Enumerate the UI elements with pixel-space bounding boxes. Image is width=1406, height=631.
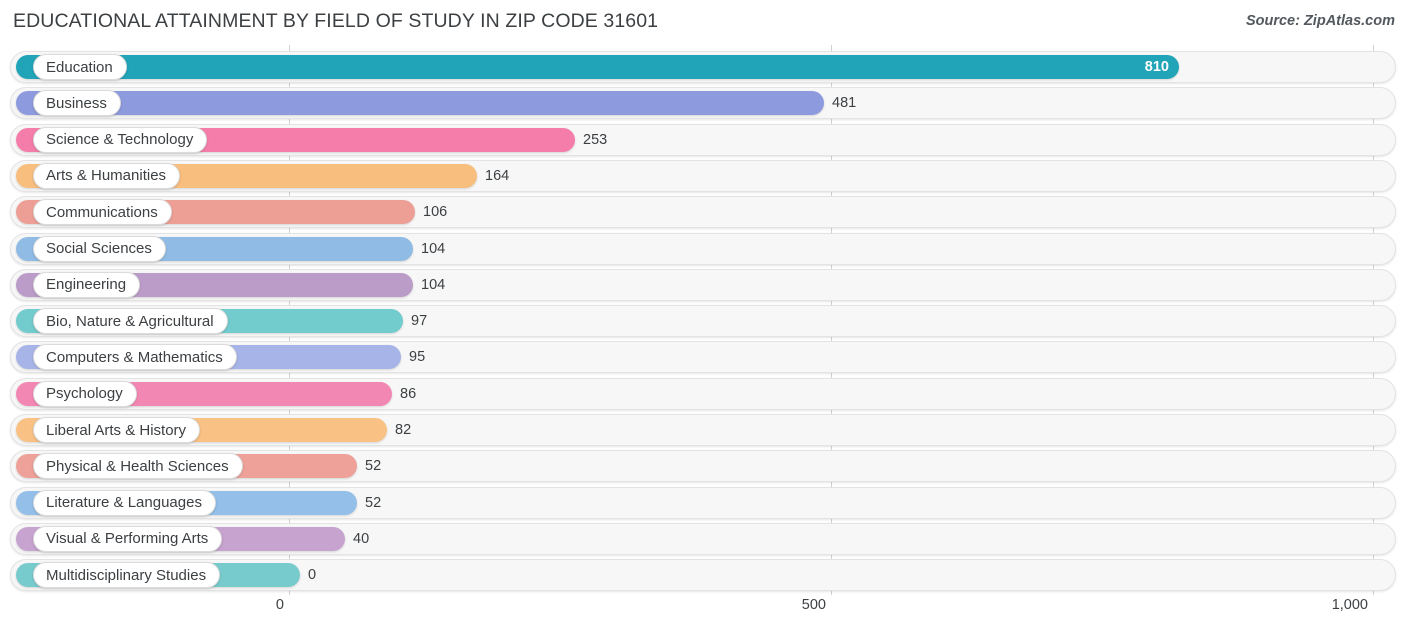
bar-category-label: Bio, Nature & Agricultural [33,308,228,335]
bar-value-label: 104 [421,276,446,293]
bar-category-label: Computers & Mathematics [33,344,237,371]
bar-category-text: Communications [46,203,158,221]
bar-category-text: Education [46,58,113,76]
bar-row[interactable]: Computers & Mathematics 95 [0,341,1406,377]
bar-category-text: Multidisciplinary Studies [46,566,207,584]
bar-category-label: Liberal Arts & History [33,417,201,443]
chart-header: EDUCATIONAL ATTAINMENT BY FIELD OF STUDY… [0,0,1406,45]
bar-value-label: 82 [395,422,412,438]
bar-row[interactable]: Liberal Arts & History 82 [0,414,1406,450]
x-axis: 0 500 1,000 [0,595,1406,631]
bar-category-text: Liberal Arts & History [46,421,187,439]
bar-row[interactable]: Engineering 104 [0,268,1406,305]
x-tick-label: 0 [275,597,284,613]
bar-category-text: Physical & Health Sciences [46,457,229,475]
bar-value-label: 164 [485,167,510,184]
bar-value-label: 253 [583,131,608,148]
bar-category-label: Social Sciences [33,235,166,262]
bar-fill[interactable] [16,55,1179,79]
bar-row[interactable]: Communications 106 [0,196,1406,232]
bar-category-label: Physical & Health Sciences [33,453,243,480]
bar-value-label: 97 [411,313,428,330]
bar-value-label: 810 [1144,59,1169,75]
bar-category-label: Visual & Performing Arts [33,525,223,552]
bar-category-label: Engineering [33,271,141,298]
bar-category-text: Engineering [46,276,127,294]
bar-value-label: 104 [421,240,446,257]
bar-row[interactable]: Multidisciplinary Studies 0 [0,559,1406,595]
bar-category-label: Literature & Languages [33,489,216,516]
bar-category-text: Literature & Languages [46,494,202,512]
x-tick-label: 500 [801,597,826,613]
x-tick-label: 1,000 [1331,597,1368,613]
bar-value-label: 52 [365,494,382,511]
bar-row[interactable]: Visual & Performing Arts 40 [0,522,1406,559]
bar-row[interactable]: Psychology 86 [0,377,1406,414]
bar-value-label: 52 [365,458,382,475]
bar-category-text: Science & Technology [46,131,194,149]
bar-row[interactable]: Education 810 [0,51,1406,87]
bar-category-text: Bio, Nature & Agricultural [46,312,214,330]
bar-category-label: Communications [33,199,172,226]
bar-category-label: Science & Technology [33,126,208,153]
bar-row[interactable]: Bio, Nature & Agricultural 97 [0,305,1406,341]
bar-category-text: Arts & Humanities [46,167,167,185]
bar-fill[interactable] [16,91,824,116]
bar-row[interactable]: Business 481 [0,87,1406,123]
bar-category-text: Computers & Mathematics [46,348,223,366]
bar-value-label: 86 [400,385,417,402]
bar-category-text: Visual & Performing Arts [46,530,209,548]
bar-category-label: Psychology [33,380,137,407]
bar-row[interactable]: Science & Technology 253 [0,123,1406,160]
bar-row[interactable]: Social Sciences 104 [0,232,1406,269]
bar-value-label: 0 [308,567,317,584]
bar-category-text: Social Sciences [46,240,152,257]
bar-category-text: Psychology [46,385,123,403]
bar-category-label: Education [33,54,127,80]
bar-value-label: 40 [353,530,370,547]
chart-plot-area: Education 810 Business 481 Science & Technol… [0,45,1406,595]
source-attribution: Source: ZipAtlas.com [1245,13,1395,29]
bar-row[interactable]: Literature & Languages 52 [0,486,1406,523]
bar-value-label: 106 [423,204,448,221]
bar-category-label: Arts & Humanities [33,162,181,189]
bar-category-text: Business [46,94,107,112]
bar-value-label: 481 [832,95,857,112]
bar-category-label: Business [33,90,121,117]
bar-value-label: 95 [409,349,426,366]
bar-category-label: Multidisciplinary Studies [33,562,221,589]
bar-row[interactable]: Physical & Health Sciences 52 [0,450,1406,486]
page-title: EDUCATIONAL ATTAINMENT BY FIELD OF STUDY… [13,10,659,32]
bar-row[interactable]: Arts & Humanities 164 [0,159,1406,196]
